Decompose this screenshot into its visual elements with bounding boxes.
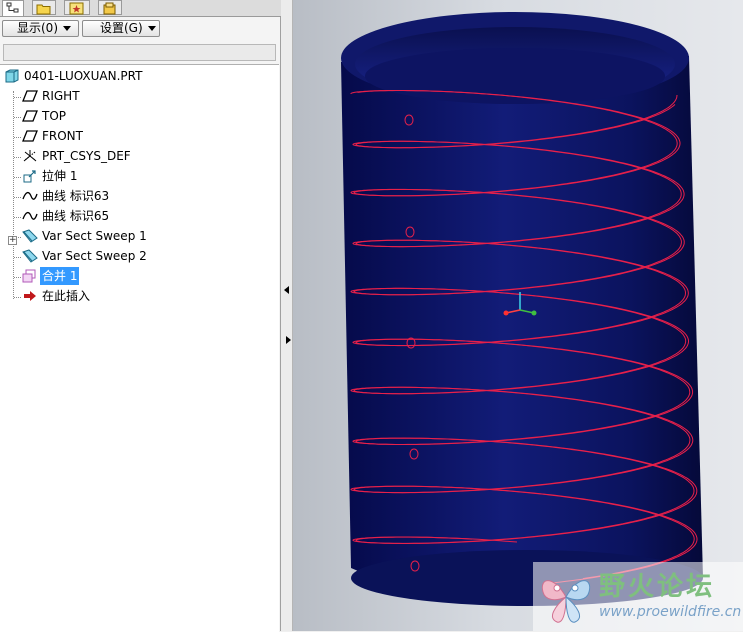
expand-toggle-icon[interactable]: +: [8, 236, 17, 245]
tree-connector-line: [14, 257, 21, 258]
tree-connector-line: [14, 297, 21, 298]
tree-item-label: 拉伸 1: [42, 169, 78, 183]
show-label: 显示(0): [17, 21, 58, 35]
tree-filter-input[interactable]: [3, 44, 276, 61]
settings-label: 设置(G): [100, 21, 143, 35]
watermark-url: www.proewildfire.cn: [599, 604, 742, 620]
connections-tab[interactable]: [98, 0, 122, 15]
tree-item-label: RIGHT: [42, 89, 80, 103]
datum-plane-icon: [22, 90, 38, 102]
folder-browser-tab[interactable]: [32, 0, 56, 15]
tree-toolbar: 显示(0) 设置(G): [0, 17, 281, 41]
dropdown-arrow-icon: [63, 26, 71, 31]
graphics-viewport[interactable]: [293, 0, 743, 631]
tree-item-label: 曲线 标识65: [42, 209, 110, 223]
tree-connector-line: [14, 177, 21, 178]
model-tree-tab[interactable]: [2, 0, 24, 16]
butterfly-logo-icon: [541, 580, 591, 623]
watermark-title: 野火论坛: [599, 572, 716, 602]
folder-icon: [36, 4, 51, 15]
navigator-tab-strip: [0, 0, 281, 17]
expand-panel-arrow-icon[interactable]: [286, 336, 291, 344]
sweep-icon: [22, 249, 38, 263]
tree-item-label: 曲线 标识63: [42, 189, 110, 203]
coordinate-system-icon: [23, 150, 37, 162]
panel-splitter[interactable]: [281, 0, 293, 631]
part-icon: [5, 69, 19, 83]
tree-item-label: FRONT: [42, 129, 83, 143]
datum-plane-icon: [22, 130, 38, 142]
curve-icon: [22, 191, 38, 200]
tree-icon: [6, 2, 19, 13]
sweep-icon: [22, 229, 38, 243]
favorites-star-icon: [69, 2, 84, 15]
model-view: [341, 12, 703, 606]
layers-icon: [103, 2, 116, 15]
model-tree-panel: 显示(0) 设置(G) 0401-LUOXUAN.PRT RIGHT TOP F…: [0, 0, 281, 632]
merge-icon: [22, 269, 36, 283]
tree-item-label: Var Sect Sweep 1: [42, 229, 147, 243]
tree-connector-line: [14, 277, 21, 278]
tree-connector-line: [14, 117, 21, 118]
cylinder-body: [341, 56, 703, 598]
tree-connector-line: [14, 97, 21, 98]
cylinder-top-inner: [365, 48, 665, 104]
insert-here-arrow-icon: [24, 291, 36, 301]
tree-connector-line: [14, 197, 21, 198]
settings-dropdown-button[interactable]: 设置(G): [82, 20, 160, 37]
tree-item-label: 合并 1: [40, 267, 80, 285]
datum-plane-icon: [22, 110, 38, 122]
extrude-icon: [23, 170, 36, 183]
dropdown-arrow-icon: [147, 26, 156, 31]
tree-connector-line: [13, 91, 14, 299]
tree-item-label: 0401-LUOXUAN.PRT: [24, 69, 143, 83]
show-dropdown-button[interactable]: 显示(0): [2, 20, 79, 37]
tree-connector-line: [14, 137, 21, 138]
collapse-panel-arrow-icon[interactable]: [284, 286, 289, 294]
favorites-tab[interactable]: [64, 0, 90, 15]
forum-watermark: 野火论坛 www.proewildfire.cn: [533, 562, 743, 631]
tree-connector-line: [14, 217, 21, 218]
tree-connector-line: [14, 157, 21, 158]
tree-item-label: PRT_CSYS_DEF: [42, 149, 131, 163]
curve-icon: [22, 211, 38, 220]
tree-item-label: Var Sect Sweep 2: [42, 249, 147, 263]
model-tree: 0401-LUOXUAN.PRT RIGHT TOP FRONT PRT_CSY…: [0, 64, 279, 632]
tree-item-label: TOP: [42, 109, 67, 123]
tree-item-label: 在此插入: [42, 289, 91, 303]
